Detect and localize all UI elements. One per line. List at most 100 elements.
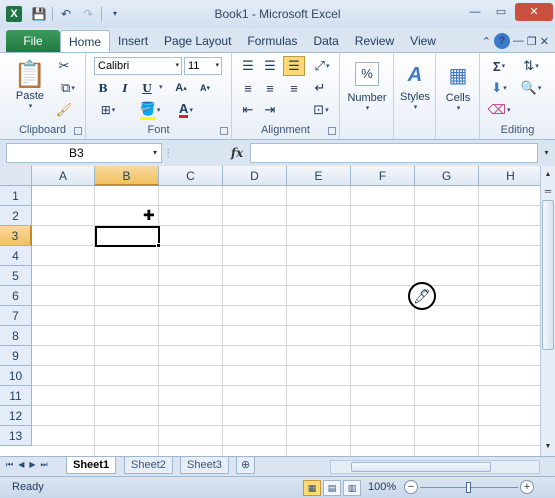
shrink-font-button[interactable]: A ▾	[194, 79, 216, 97]
italic-button[interactable]: I	[116, 79, 134, 97]
column-header-c[interactable]: C	[159, 166, 223, 186]
column-header-f[interactable]: F	[351, 166, 415, 186]
underline-dropdown-icon[interactable]: ▾	[159, 83, 163, 91]
excel-app-icon[interactable]: X	[6, 6, 22, 22]
number-format-button[interactable]: % Number ▾	[347, 57, 387, 117]
cut-button[interactable]: ✂	[54, 57, 74, 75]
last-sheet-icon[interactable]: ⏭	[41, 460, 48, 470]
customize-qat-icon[interactable]: ▾	[106, 5, 124, 23]
middle-align-button[interactable]: ☰	[260, 57, 280, 75]
next-sheet-icon[interactable]: ▶	[29, 460, 35, 470]
vertical-scrollbar[interactable]: ▲ ═ ▼	[540, 166, 555, 456]
font-name-combo[interactable]: Calibri ▾	[94, 57, 182, 75]
row-header-8[interactable]: 8	[0, 326, 32, 346]
row-header-9[interactable]: 9	[0, 346, 32, 366]
align-left-button[interactable]: ≡	[238, 79, 258, 97]
column-header-e[interactable]: E	[287, 166, 351, 186]
wrap-text-button[interactable]: ↵	[310, 79, 330, 97]
column-header-b[interactable]: B	[95, 166, 159, 186]
row-header-2[interactable]: 2	[0, 206, 32, 226]
minimize-ribbon-icon[interactable]: ⌃	[482, 35, 491, 48]
row-header-3[interactable]: 3	[0, 226, 32, 246]
fill-handle[interactable]	[156, 243, 161, 248]
prev-sheet-icon[interactable]: ◀	[18, 460, 24, 470]
row-header-4[interactable]: 4	[0, 246, 32, 266]
formula-bar-resize-handle[interactable]: ⁝	[166, 143, 184, 163]
row-header-1[interactable]: 1	[0, 186, 32, 206]
tab-formulas[interactable]: Formulas	[239, 30, 305, 52]
workbook-close-icon[interactable]: ✕	[540, 35, 549, 48]
vertical-scroll-thumb[interactable]	[542, 200, 554, 350]
expand-formula-bar-icon[interactable]: ▾	[540, 143, 553, 163]
zoom-in-button[interactable]: +	[520, 480, 534, 494]
column-header-h[interactable]: H	[479, 166, 540, 186]
undo-icon[interactable]: ↶	[57, 5, 75, 23]
row-header-12[interactable]: 12	[0, 406, 32, 426]
tab-review[interactable]: Review	[347, 30, 402, 52]
save-icon[interactable]: 💾	[30, 5, 48, 23]
scroll-down-icon[interactable]: ▼	[542, 440, 554, 454]
zoom-slider-thumb[interactable]	[466, 482, 471, 493]
insert-sheet-icon[interactable]: ⊕	[236, 457, 256, 474]
copy-button[interactable]: ⧉ ▾	[54, 79, 82, 97]
horizontal-scrollbar[interactable]	[330, 460, 540, 474]
tab-home[interactable]: Home	[60, 30, 111, 52]
paste-button[interactable]: 📋 Paste ▾	[10, 57, 50, 111]
row-header-10[interactable]: 10	[0, 366, 32, 386]
maximize-button[interactable]: ▭	[489, 3, 513, 21]
sheet-tab-sheet2[interactable]: Sheet2	[124, 457, 173, 474]
top-align-button[interactable]: ☰	[238, 57, 258, 75]
row-header-5[interactable]: 5	[0, 266, 32, 286]
increase-indent-button[interactable]: ⇥	[260, 101, 280, 119]
scroll-up-icon[interactable]: ▲	[542, 168, 554, 182]
clipboard-launcher-icon[interactable]	[74, 127, 82, 135]
orientation-button[interactable]: ⤢ ▾	[310, 57, 334, 75]
font-launcher-icon[interactable]	[220, 127, 228, 135]
minimize-button[interactable]: —	[463, 3, 487, 21]
fill-color-button[interactable]: 🪣 ▾	[136, 101, 164, 120]
active-cell-b3[interactable]	[95, 226, 160, 247]
merge-center-button[interactable]: ⊡ ▾	[306, 101, 336, 119]
row-header-13[interactable]: 13	[0, 426, 32, 446]
underline-button[interactable]: U	[138, 79, 156, 97]
page-break-view-icon[interactable]: ▥	[343, 480, 361, 496]
tab-insert[interactable]: Insert	[110, 30, 156, 52]
autosum-button[interactable]: Σ ▾	[486, 57, 512, 75]
sheet-tab-sheet1[interactable]: Sheet1	[66, 457, 117, 474]
page-layout-view-icon[interactable]: ▤	[323, 480, 341, 496]
alignment-launcher-icon[interactable]	[328, 127, 336, 135]
bottom-align-button[interactable]: ☰	[283, 56, 305, 76]
first-sheet-icon[interactable]: ⏮	[6, 460, 13, 470]
normal-view-icon[interactable]: ▦	[303, 480, 321, 496]
grow-font-button[interactable]: A ▴	[170, 79, 192, 97]
workbook-restore-icon[interactable]: ❐	[527, 35, 537, 48]
cells-button[interactable]: ▦ Cells ▾	[439, 57, 477, 117]
horizontal-scroll-thumb[interactable]	[351, 462, 491, 472]
sheet-tab-sheet3[interactable]: Sheet3	[180, 457, 229, 474]
borders-button[interactable]: ⊞ ▾	[94, 101, 122, 119]
column-header-a[interactable]: A	[32, 166, 95, 186]
bold-button[interactable]: B	[94, 79, 112, 97]
tab-data[interactable]: Data	[305, 30, 346, 52]
row-header-6[interactable]: 6	[0, 286, 32, 306]
decrease-indent-button[interactable]: ⇤	[238, 101, 258, 119]
select-all-button[interactable]	[0, 166, 32, 186]
help-icon[interactable]: ?	[493, 33, 510, 49]
styles-button[interactable]: A Styles ▾	[396, 57, 434, 117]
insert-function-button[interactable]: fx	[226, 143, 248, 163]
split-box-icon[interactable]: ═	[542, 184, 554, 198]
spreadsheet-grid[interactable]: A B C D E F G H 1 2 3 4 5 6 7 8 9 10 11 12 13 ✚ 🖊	[0, 166, 540, 456]
column-header-d[interactable]: D	[223, 166, 287, 186]
format-painter-button[interactable]: 🖌	[54, 101, 74, 119]
close-button[interactable]: ✕	[515, 3, 553, 21]
font-color-button[interactable]: A ▾	[172, 101, 200, 119]
tab-page-layout[interactable]: Page Layout	[156, 30, 239, 52]
zoom-level[interactable]: 100%	[368, 481, 396, 493]
row-header-11[interactable]: 11	[0, 386, 32, 406]
redo-icon[interactable]: ↷	[79, 5, 97, 23]
formula-input[interactable]	[250, 143, 538, 163]
align-right-button[interactable]: ≡	[284, 79, 304, 97]
row-header-7[interactable]: 7	[0, 306, 32, 326]
tab-file[interactable]: File	[6, 30, 60, 52]
find-select-button[interactable]: 🔍 ▾	[516, 79, 546, 97]
